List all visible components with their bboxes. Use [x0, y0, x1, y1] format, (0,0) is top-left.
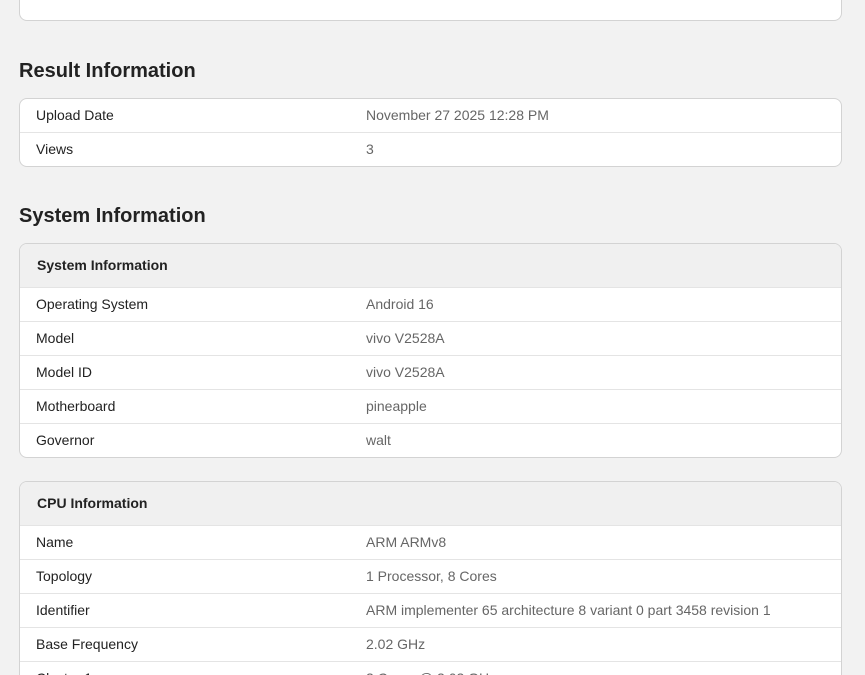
- row-label: Base Frequency: [36, 636, 138, 652]
- row-value: ARM ARMv8: [366, 534, 447, 550]
- row-value: 1 Processor, 8 Cores: [366, 568, 497, 584]
- table-row: Motherboard pineapple: [20, 390, 841, 424]
- row-value: November 27 2025 12:28 PM: [366, 107, 549, 123]
- row-value: ARM implementer 65 architecture 8 varian…: [366, 602, 771, 618]
- table-row: Name ARM ARMv8: [20, 526, 841, 560]
- table-row: Governor walt: [20, 424, 841, 457]
- row-label: Model ID: [36, 364, 93, 380]
- row-label: Operating System: [36, 296, 149, 312]
- table-row: Base Frequency 2.02 GHz: [20, 628, 841, 662]
- result-information-title: Result Information: [19, 60, 196, 82]
- row-value: pineapple: [366, 398, 427, 414]
- row-value: vivo V2528A: [366, 364, 445, 380]
- row-label: Views: [36, 141, 74, 157]
- row-value: vivo V2528A: [366, 330, 445, 346]
- row-label: Identifier: [36, 602, 90, 618]
- row-label: Name: [36, 534, 74, 550]
- table-row: Identifier ARM implementer 65 architectu…: [20, 594, 841, 628]
- table-row: Model ID vivo V2528A: [20, 356, 841, 390]
- row-label: Upload Date: [36, 107, 114, 123]
- row-value: walt: [366, 432, 391, 448]
- table-row: Cluster 1 2 Cores @ 2.02 GHz: [20, 662, 841, 675]
- table-row: Topology 1 Processor, 8 Cores: [20, 560, 841, 594]
- row-value: 2.02 GHz: [366, 636, 426, 652]
- table-row: Views 3: [20, 133, 841, 166]
- result-information-table: Upload Date November 27 2025 12:28 PM Vi…: [19, 98, 842, 167]
- system-information-title: System Information: [19, 205, 206, 227]
- row-label: Governor: [36, 432, 95, 448]
- row-value: 2 Cores @ 2.02 GHz: [366, 662, 496, 675]
- table-row: Upload Date November 27 2025 12:28 PM: [20, 99, 841, 133]
- cpu-card-header: CPU Information: [20, 482, 841, 526]
- row-label: Topology: [36, 568, 93, 584]
- row-value: Android 16: [366, 296, 434, 312]
- row-value: 3: [366, 141, 374, 157]
- system-card-header: System Information: [20, 244, 841, 288]
- system-information-table: System Information Operating System Andr…: [19, 243, 842, 458]
- table-row: Operating System Android 16: [20, 288, 841, 322]
- table-row: Model vivo V2528A: [20, 322, 841, 356]
- cpu-information-table: CPU Information Name ARM ARMv8 Topology …: [19, 481, 842, 675]
- row-label: Model: [36, 330, 75, 346]
- previous-card: [19, 0, 842, 21]
- row-label: Cluster 1: [36, 662, 92, 675]
- row-label: Motherboard: [36, 398, 116, 414]
